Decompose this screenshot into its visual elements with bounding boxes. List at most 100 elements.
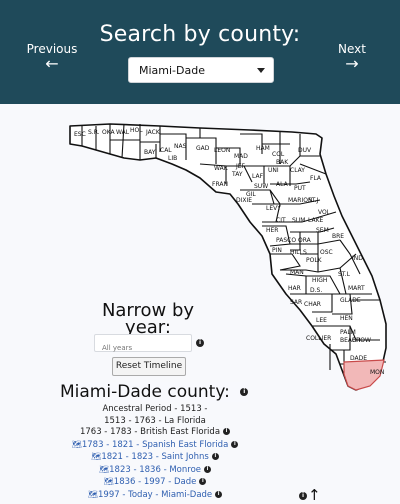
county-label: OSC — [320, 249, 333, 256]
history-entry-label[interactable]: 1821 - 1823 - Saint Johns — [101, 452, 209, 462]
arrow-up-icon[interactable]: ↑ — [308, 486, 321, 504]
history-entry[interactable]: 🗺1821 - 1823 - Saint Johns i — [55, 451, 255, 464]
main-content: ESC S.R. OKA WAL HOL JACK NAS BAY CAL LIB GAD LEON M… — [0, 104, 400, 504]
history-entry-label[interactable]: 1997 - Today - Miami-Dade — [98, 490, 212, 500]
county-label: FRAN — [212, 181, 228, 188]
county-label: GLADE — [340, 297, 361, 304]
county-label: HOL — [130, 127, 143, 134]
county-label: DIXIE — [236, 197, 252, 204]
timeline-info-icon[interactable]: i — [196, 339, 204, 347]
county-label: FLA — [310, 175, 322, 182]
map-icon: 🗺 — [71, 439, 82, 449]
county-select-value: Miami-Dade — [139, 64, 205, 77]
info-icon[interactable]: i — [204, 465, 212, 473]
county-label: LEVY — [266, 205, 281, 212]
county-label: CAL — [160, 147, 172, 154]
chevron-down-icon — [257, 68, 265, 73]
county-label: S.R. — [88, 129, 100, 136]
history-entry-label[interactable]: 1823 - 1836 - Monroe — [109, 465, 201, 475]
county-label: UNI — [268, 167, 279, 174]
county-label: JEF — [235, 163, 246, 170]
map-icon: 🗺 — [98, 464, 110, 474]
county-label: HIGH — [312, 277, 327, 284]
county-label: COLLIER — [306, 335, 331, 342]
history-entry[interactable]: 🗺1783 - 1821 - Spanish East Florida i — [55, 439, 255, 452]
history-entry: Ancestral Period - 1513 - — [55, 404, 255, 416]
info-icon[interactable]: i — [223, 428, 231, 435]
county-label: ST.L — [338, 271, 351, 278]
county-label: ALA — [276, 181, 289, 188]
history-entry-label: 1513 - 1763 - La Florida — [104, 415, 206, 426]
county-label: PASCO — [276, 237, 296, 244]
arrow-left-icon: ← — [45, 54, 59, 73]
county-label: DADE — [350, 355, 367, 362]
county-label: MAN — [290, 269, 304, 276]
county-label: PUT — [294, 185, 306, 192]
next-button[interactable]: Next → — [332, 42, 372, 73]
timeline-heading: Narrow by year: — [88, 302, 208, 337]
county-label: NAS — [174, 143, 187, 150]
history-entry[interactable]: 🗺1823 - 1836 - Monroe i — [55, 464, 255, 477]
county-label: POLK — [306, 257, 323, 264]
county-label: HEN — [340, 315, 353, 322]
county-label: OKA — [102, 129, 116, 136]
county-label: BRE — [332, 233, 344, 240]
history-entry-label[interactable]: 1836 - 1997 - Dade — [114, 477, 197, 487]
county-label: LIB — [168, 155, 177, 162]
county-label: HAM — [256, 145, 270, 152]
county-label: BAY — [144, 149, 156, 156]
county-label: SUM — [292, 217, 305, 224]
info-icon[interactable]: i — [211, 453, 219, 460]
year-input[interactable] — [100, 343, 194, 353]
county-title: Miami-Dade county: i — [60, 382, 249, 402]
info-icon[interactable]: i — [199, 478, 207, 485]
county-label: SEM — [316, 227, 329, 234]
county-select[interactable]: Miami-Dade — [128, 57, 274, 83]
county-label: PALM — [340, 329, 356, 336]
county-label: SAR — [290, 299, 302, 306]
reset-timeline-button[interactable]: Reset Timeline — [112, 357, 186, 376]
county-label: BROW — [352, 337, 371, 344]
county-label: GAD — [196, 145, 210, 152]
history-entry: 1513 - 1763 - La Florida — [55, 416, 255, 428]
county-label: BAK — [276, 159, 289, 166]
county-label: COL — [272, 151, 285, 158]
county-history-list: Ancestral Period - 1513 -1513 - 1763 - L… — [55, 404, 255, 501]
florida-county-map[interactable]: ESC S.R. OKA WAL HOL JACK NAS BAY CALLIB GAD LEON M… — [0, 104, 400, 400]
county-label: D.S. — [310, 287, 322, 294]
county-label: LEE — [316, 317, 327, 324]
county-label: SUW — [254, 183, 268, 190]
county-info-icon[interactable]: i — [240, 388, 249, 396]
history-entry: 1763 - 1783 - British East Florida i — [55, 427, 255, 439]
arrow-right-icon: → — [345, 54, 359, 73]
county-label: CLAY — [290, 167, 305, 174]
county-label: ORA — [298, 237, 312, 244]
county-label: WAL — [116, 129, 130, 136]
info-icon[interactable]: i — [231, 440, 239, 448]
previous-button[interactable]: Previous ← — [26, 42, 78, 73]
county-label: LAKE — [308, 217, 324, 224]
county-label: CHAR — [304, 301, 321, 308]
county-label: VOL — [318, 209, 331, 216]
county-label: LAF — [252, 173, 264, 180]
history-entry[interactable]: 🗺1836 - 1997 - Dade i — [55, 476, 255, 489]
county-label: CIT — [276, 217, 286, 224]
county-label: HAR — [288, 285, 301, 292]
county-label: HER — [266, 227, 278, 234]
county-label: ESC — [74, 131, 86, 138]
county-label: ST.J — [308, 197, 319, 204]
footer-info-icon[interactable]: i — [299, 492, 307, 500]
header-bar: Search by county: Previous ← Next → Miam… — [0, 0, 400, 104]
info-icon[interactable]: i — [215, 490, 223, 498]
history-entry-label[interactable]: 1783 - 1821 - Spanish East Florida — [82, 440, 228, 450]
map-icon: 🗺 — [91, 452, 102, 461]
county-label: MART — [348, 285, 365, 292]
county-label: MAD — [234, 153, 248, 160]
map-icon: 🗺 — [103, 477, 114, 486]
history-entry-label: 1763 - 1783 - British East Florida — [79, 427, 221, 437]
county-title-text: Miami-Dade county: — [60, 382, 230, 402]
year-field[interactable] — [94, 334, 194, 353]
history-entry[interactable]: 🗺1997 - Today - Miami-Dade i — [55, 489, 255, 502]
county-label: TAY — [231, 171, 243, 178]
county-label: MON — [370, 369, 384, 376]
